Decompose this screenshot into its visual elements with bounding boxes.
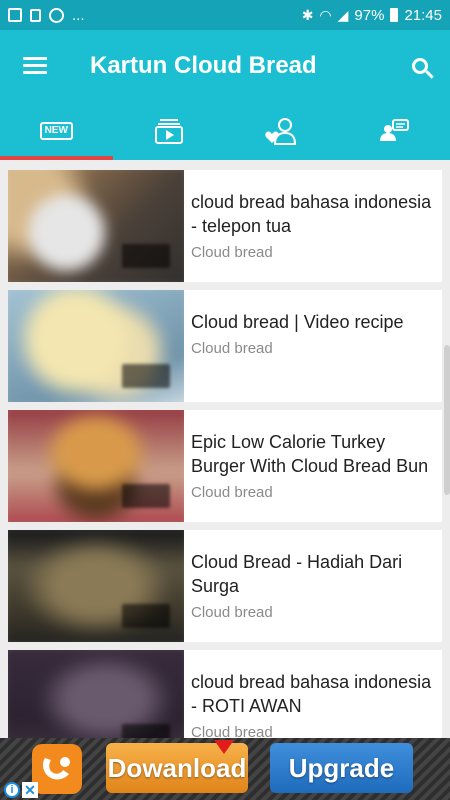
video-card[interactable]: Epic Low Calorie Turkey Burger With Clou… xyxy=(8,410,442,522)
menu-button[interactable] xyxy=(0,30,70,102)
battery-level: 97% xyxy=(354,6,385,24)
video-card[interactable]: cloud bread bahasa indonesia - telepon t… xyxy=(8,170,442,282)
video-card[interactable]: Cloud bread | Video recipe Cloud bread xyxy=(8,290,442,402)
image-icon xyxy=(8,8,22,22)
video-duration xyxy=(122,484,170,508)
status-time: 21:45 xyxy=(404,6,442,24)
arrow-down-icon xyxy=(214,740,234,754)
video-title[interactable]: Epic Low Calorie Turkey Burger With Clou… xyxy=(191,430,436,478)
tab-subscriptions[interactable] xyxy=(113,102,226,160)
chat-user-icon xyxy=(379,119,409,141)
upgrade-button[interactable]: Upgrade xyxy=(270,743,413,793)
video-duration xyxy=(122,724,170,738)
lock-icon xyxy=(30,8,41,22)
ad-close-icon[interactable]: ✕ xyxy=(22,782,38,798)
status-overflow: ... xyxy=(72,6,85,24)
new-icon: NEW xyxy=(39,122,73,140)
video-thumbnail[interactable] xyxy=(8,530,184,642)
video-duration xyxy=(122,364,170,388)
scrollbar[interactable] xyxy=(444,345,450,495)
video-title[interactable]: cloud bread bahasa indonesia - telepon t… xyxy=(191,190,436,238)
tab-chat[interactable] xyxy=(338,102,450,160)
app-title: Kartun Cloud Bread xyxy=(90,52,317,79)
video-channel: Cloud bread xyxy=(191,340,273,357)
wifi-icon: ◠ xyxy=(319,6,332,23)
video-channel: Cloud bread xyxy=(191,484,273,501)
tab-new[interactable]: NEW xyxy=(0,102,113,160)
video-thumbnail[interactable] xyxy=(8,170,184,282)
battery-icon xyxy=(390,8,399,22)
video-duration xyxy=(122,604,170,628)
video-card[interactable]: Cloud Bread - Hadiah Dari Surga Cloud br… xyxy=(8,530,442,642)
hamburger-icon xyxy=(23,57,47,75)
video-thumbnail[interactable] xyxy=(8,410,184,522)
signal-icon: ◢ xyxy=(337,6,349,23)
status-bar: ... ✱ ◠ ◢ 97% 21:45 xyxy=(0,0,450,30)
search-button[interactable] xyxy=(390,30,450,102)
video-thumbnail[interactable] xyxy=(8,290,184,402)
app-bar: Kartun Cloud Bread xyxy=(0,30,450,102)
video-channel: Cloud bread xyxy=(191,244,273,261)
uc-browser-icon[interactable] xyxy=(32,744,82,794)
bluetooth-icon: ✱ xyxy=(301,6,314,23)
video-list[interactable]: cloud bread bahasa indonesia - telepon t… xyxy=(0,160,450,738)
video-card[interactable]: cloud bread bahasa indonesia - ROTI AWAN… xyxy=(8,650,442,738)
ad-info-icon[interactable]: i xyxy=(4,782,20,798)
video-title[interactable]: cloud bread bahasa indonesia - ROTI AWAN xyxy=(191,670,436,718)
search-icon xyxy=(412,58,428,74)
video-thumbnail[interactable] xyxy=(8,650,184,738)
favorite-user-icon xyxy=(265,118,297,145)
video-channel: Cloud bread xyxy=(191,604,273,621)
tab-favorites[interactable] xyxy=(225,102,338,160)
tab-bar: NEW xyxy=(0,102,450,160)
video-duration xyxy=(122,244,170,268)
video-channel: Cloud bread xyxy=(191,724,273,738)
video-title[interactable]: Cloud bread | Video recipe xyxy=(191,310,436,334)
video-title[interactable]: Cloud Bread - Hadiah Dari Surga xyxy=(191,550,436,598)
whatsapp-icon xyxy=(49,7,64,23)
subscriptions-icon xyxy=(154,119,183,144)
